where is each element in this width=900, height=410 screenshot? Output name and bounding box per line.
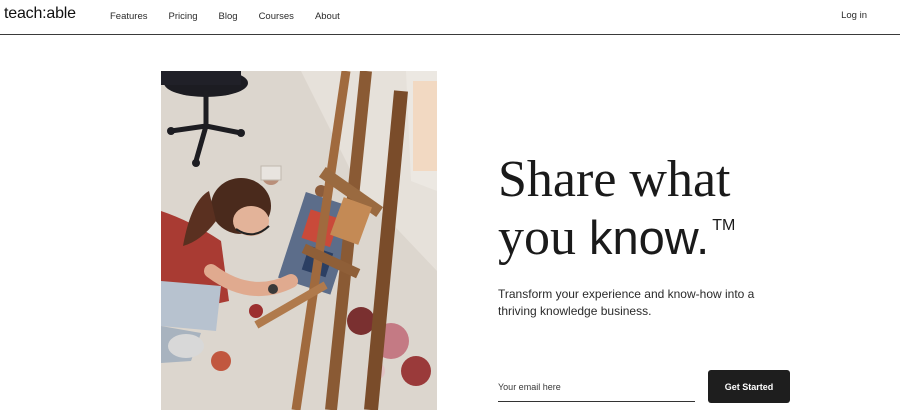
nav-item-blog[interactable]: Blog bbox=[219, 11, 238, 22]
teachable-logo[interactable]: teach:able bbox=[4, 5, 76, 23]
headline-line-1: Share what bbox=[498, 151, 731, 208]
nav-item-courses[interactable]: Courses bbox=[259, 11, 294, 22]
top-nav-bar: teach:able Features Pricing Blog Courses… bbox=[0, 0, 900, 35]
headline-know: know. bbox=[589, 211, 710, 264]
main-nav: Features Pricing Blog Courses About bbox=[110, 11, 361, 22]
nav-item-about[interactable]: About bbox=[315, 11, 340, 22]
get-started-button[interactable]: Get Started bbox=[708, 370, 790, 403]
login-link[interactable]: Log in bbox=[841, 10, 867, 21]
trademark-mark: TM bbox=[712, 217, 736, 234]
hero-photo bbox=[161, 71, 437, 410]
email-input[interactable] bbox=[498, 372, 695, 402]
hero-headline: Share what you know. TM bbox=[498, 151, 878, 279]
headline-line-2-serif: you bbox=[498, 209, 589, 266]
nav-item-pricing[interactable]: Pricing bbox=[169, 11, 198, 22]
hero-subheading: Transform your experience and know-how i… bbox=[498, 287, 755, 318]
artist-painting-photo-icon bbox=[161, 71, 437, 410]
nav-item-features[interactable]: Features bbox=[110, 11, 148, 22]
